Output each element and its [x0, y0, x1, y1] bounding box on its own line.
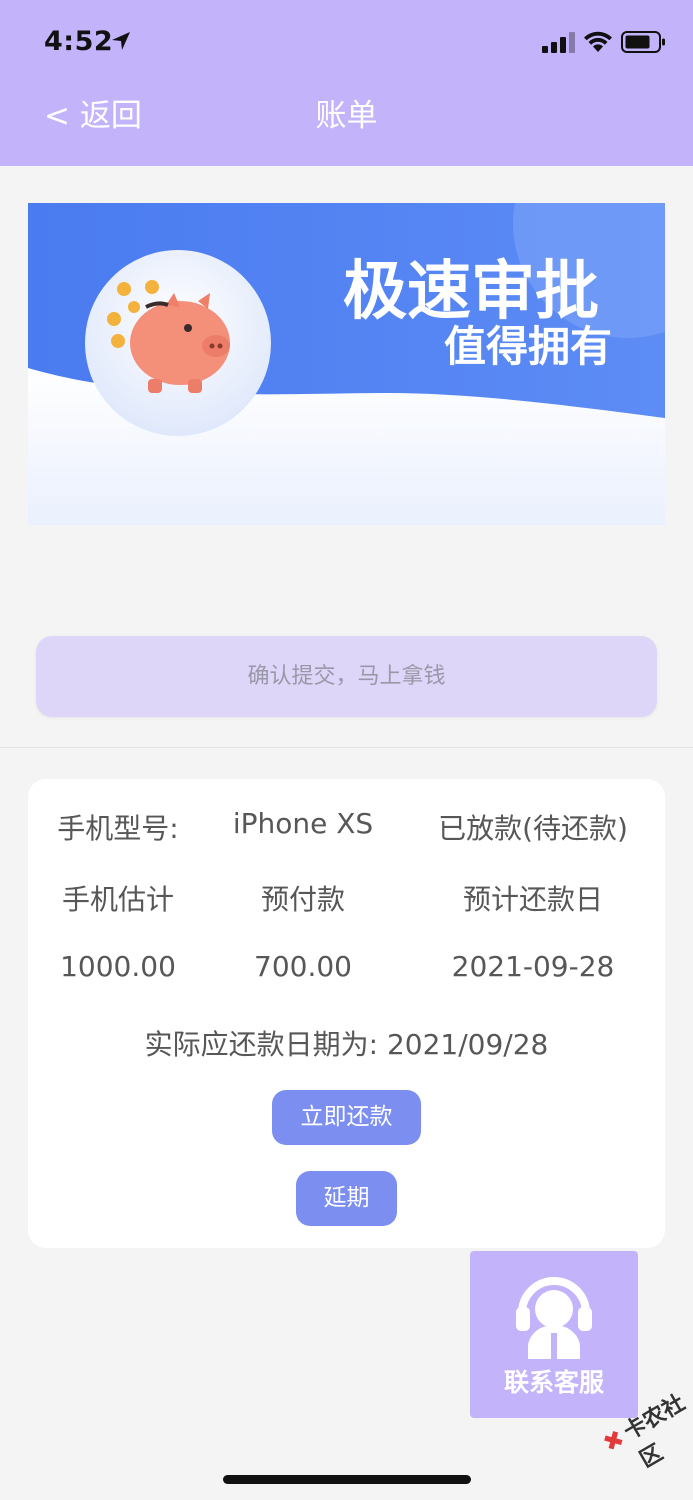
- page-title: 账单: [315, 98, 378, 134]
- home-indicator[interactable]: [223, 1475, 471, 1484]
- confirm-submit-button[interactable]: 确认提交，马上拿钱: [36, 636, 657, 717]
- phone-estimate-header: 手机估计: [61, 883, 174, 916]
- phone-model-value: iPhone XS: [232, 807, 374, 840]
- prepayment-value: 700.00: [254, 950, 352, 983]
- bill-card: 手机型号: iPhone XS 已放款(待还款) 手机估计 预付款 预计还款日 …: [28, 779, 665, 1248]
- customer-service-label: 联系客服: [503, 1368, 604, 1397]
- loan-status: 已放款(待还款): [438, 812, 628, 845]
- headset-icon: [516, 1277, 592, 1359]
- due-date-header: 预计还款日: [462, 883, 603, 916]
- status-time: 4:52: [44, 26, 114, 57]
- signal-icon: [542, 32, 575, 53]
- top-header: 4:52 < 返回 账单: [0, 0, 693, 166]
- defer-button[interactable]: 延期: [296, 1171, 397, 1226]
- due-date-value: 2021-09-28: [451, 950, 615, 983]
- prepayment-header: 预付款: [260, 883, 345, 916]
- promo-banner[interactable]: 极速审批 值得拥有: [28, 203, 665, 525]
- customer-service-button[interactable]: 联系客服: [470, 1251, 638, 1418]
- phone-estimate-value: 1000.00: [60, 950, 176, 983]
- location-arrow-icon: [112, 32, 130, 50]
- banner-headline: 极速审批: [343, 255, 599, 329]
- divider: [0, 747, 693, 748]
- repay-now-button[interactable]: 立即还款: [272, 1090, 421, 1145]
- wifi-icon: [584, 31, 612, 52]
- battery-icon: [621, 31, 665, 53]
- phone-model-label: 手机型号:: [57, 812, 179, 845]
- banner-subline: 值得拥有: [444, 322, 612, 371]
- actual-due-date: 实际应还款日期为: 2021/09/28: [144, 1028, 549, 1061]
